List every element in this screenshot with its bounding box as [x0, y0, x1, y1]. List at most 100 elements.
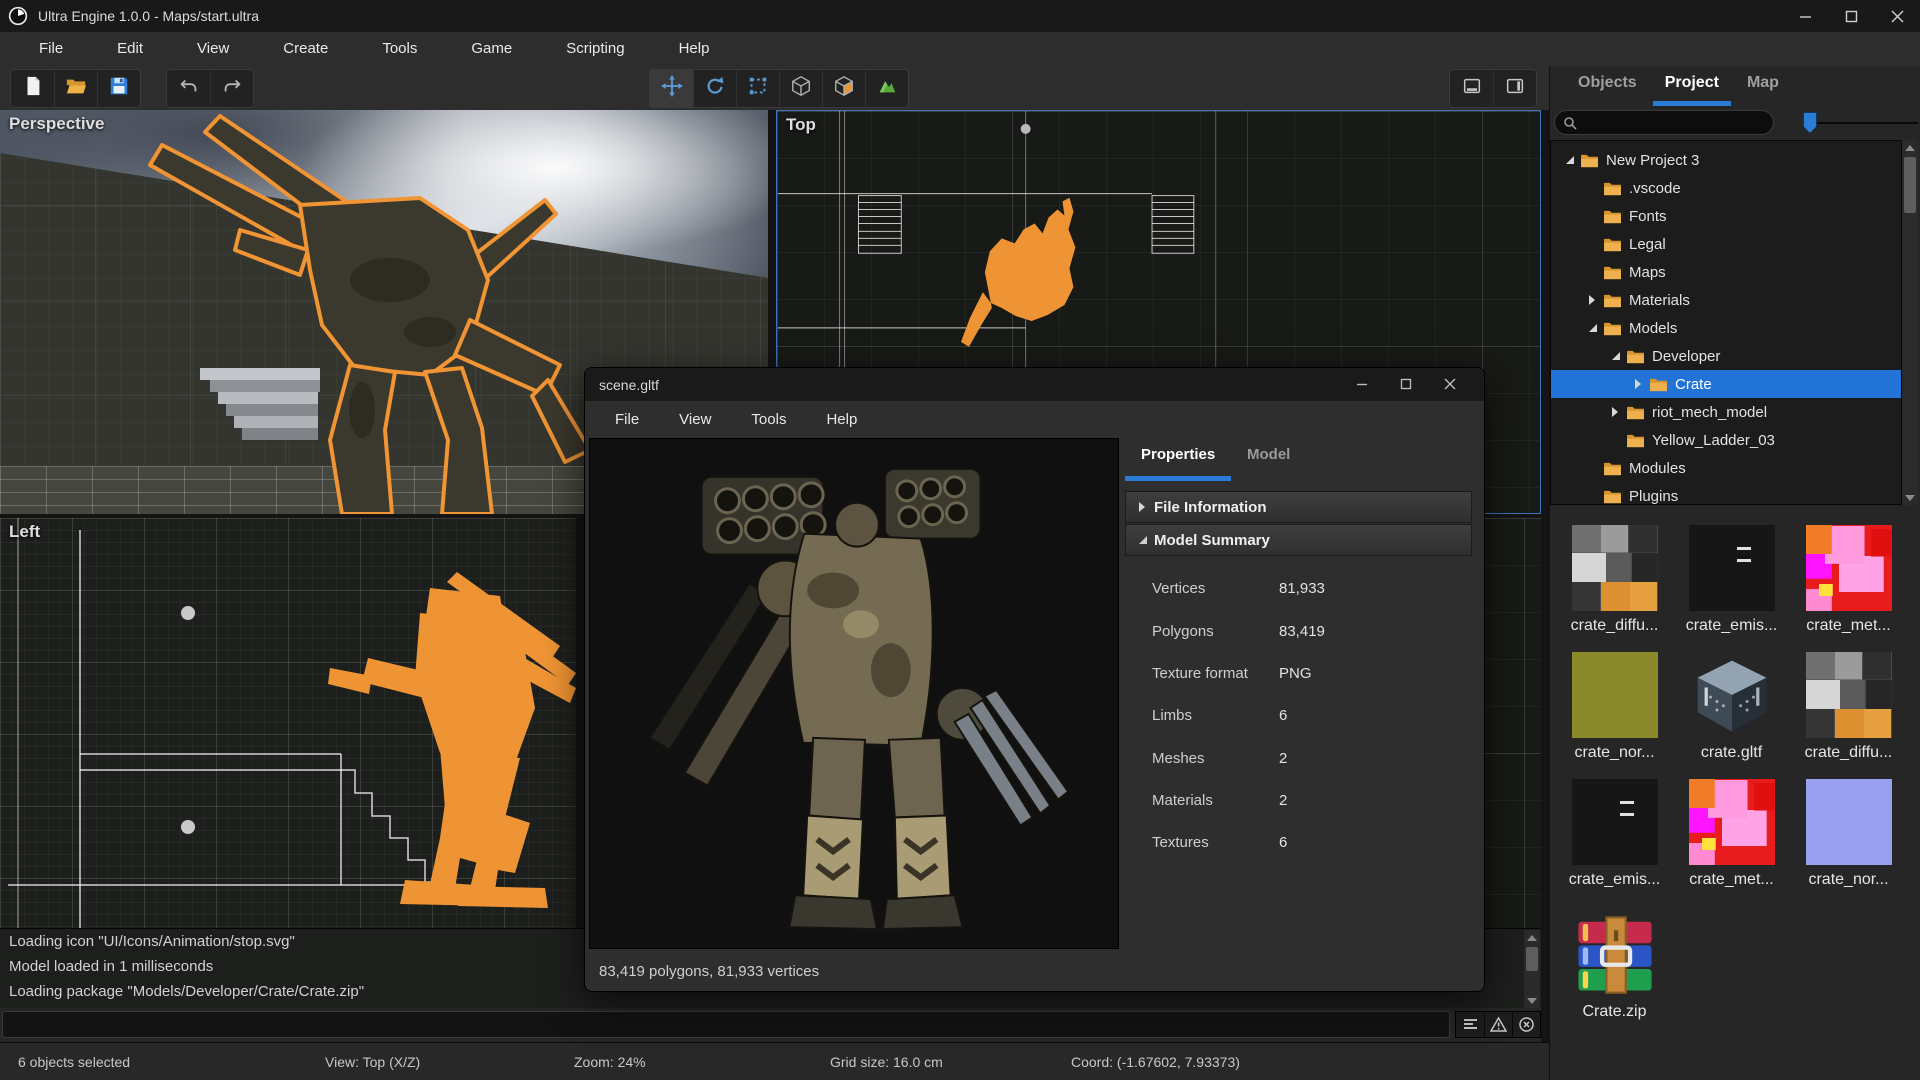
tab-project[interactable]: Project — [1651, 66, 1733, 106]
warnings-button[interactable] — [1484, 1012, 1512, 1037]
property-label-meshes: Meshes — [1152, 750, 1205, 767]
dialog-close-icon[interactable] — [1428, 370, 1472, 398]
asset-crate-gltf[interactable]: crate.gltf — [1673, 652, 1790, 762]
asset-crate-nor-[interactable]: crate_nor... — [1556, 652, 1673, 762]
translate-button[interactable] — [650, 70, 693, 107]
menu-view[interactable]: View — [170, 32, 256, 66]
expanded-arrow-icon — [1134, 533, 1150, 547]
tree-item-models[interactable]: Models — [1551, 314, 1901, 342]
dialog-menu-help[interactable]: Help — [806, 411, 877, 428]
tree-item-developer[interactable]: Developer — [1551, 342, 1901, 370]
asset-crate-emis-[interactable]: crate_emis... — [1556, 779, 1673, 889]
expanded-arrow-icon[interactable] — [1584, 321, 1600, 335]
console-scrollbar[interactable] — [1524, 930, 1540, 1008]
tree-item-legal[interactable]: Legal — [1551, 230, 1901, 258]
menu-file[interactable]: File — [12, 32, 90, 66]
tree-item-riot_mech_model[interactable]: riot_mech_model — [1551, 398, 1901, 426]
status-view: View: Top (X/Z) — [325, 1054, 421, 1070]
menu-scripting[interactable]: Scripting — [539, 32, 651, 66]
menu-help[interactable]: Help — [652, 32, 737, 66]
scroll-up-icon[interactable] — [1524, 930, 1540, 945]
rotate-button[interactable] — [693, 70, 736, 107]
expanded-arrow-icon[interactable] — [1607, 349, 1623, 363]
asset-crate-emis-[interactable]: crate_emis... — [1673, 525, 1790, 635]
rect-select-icon — [747, 75, 769, 102]
tree-item-modules[interactable]: Modules — [1551, 454, 1901, 482]
menu-edit[interactable]: Edit — [90, 32, 170, 66]
search-box[interactable] — [1554, 110, 1774, 135]
tree-item-yellow_ladder_03[interactable]: Yellow_Ladder_03 — [1551, 426, 1901, 454]
collapsed-arrow-icon[interactable] — [1630, 377, 1646, 391]
dialog-window-controls — [1340, 370, 1472, 398]
tree-item-label: .vscode — [1629, 179, 1681, 197]
tab-model[interactable]: Model — [1247, 446, 1290, 463]
undo-button[interactable] — [167, 70, 210, 107]
viewport-left[interactable]: Left — [0, 518, 576, 928]
scroll-up-icon[interactable] — [1902, 140, 1918, 155]
new-file-icon — [22, 75, 44, 102]
emissive-thumbnail — [1571, 779, 1658, 865]
section-file-information[interactable]: File Information — [1125, 491, 1472, 523]
tab-properties[interactable]: Properties — [1141, 446, 1215, 463]
menu-create[interactable]: Create — [256, 32, 355, 66]
section-model-summary[interactable]: Model Summary — [1125, 524, 1472, 556]
search-input[interactable] — [1577, 114, 1757, 131]
property-label-texture-format: Texture format — [1152, 665, 1248, 682]
scroll-down-icon[interactable] — [1902, 490, 1918, 505]
tree-item-.vscode[interactable]: .vscode — [1551, 174, 1901, 202]
menu-game[interactable]: Game — [444, 32, 539, 66]
tab-map[interactable]: Map — [1733, 66, 1793, 106]
close-icon[interactable] — [1874, 0, 1920, 32]
save-button[interactable] — [97, 70, 140, 107]
open-folder-button[interactable] — [54, 70, 97, 107]
log-list-button[interactable] — [1456, 1012, 1484, 1037]
toggle-bottom-panel-button[interactable] — [1450, 70, 1493, 107]
tab-objects[interactable]: Objects — [1564, 66, 1651, 106]
dialog-menu-view[interactable]: View — [659, 411, 731, 428]
wireframe-cube-button[interactable] — [779, 70, 822, 107]
minimize-icon[interactable] — [1782, 0, 1828, 32]
asset-crate-met-[interactable]: crate_met... — [1673, 779, 1790, 889]
asset-crate-zip[interactable]: Crate.zip — [1556, 911, 1673, 1021]
entity-dot — [181, 606, 195, 620]
no-arrow — [1584, 209, 1600, 223]
scroll-down-icon[interactable] — [1524, 993, 1540, 1008]
dialog-title-bar[interactable]: scene.gltf — [585, 368, 1484, 401]
dialog-menu-tools[interactable]: Tools — [731, 411, 806, 428]
asset-crate-nor-[interactable]: crate_nor... — [1790, 779, 1907, 889]
thumbnail-size-slider-track[interactable] — [1812, 122, 1918, 124]
asset-crate-diffu-[interactable]: crate_diffu... — [1556, 525, 1673, 635]
thumbnail-size-slider-handle[interactable] — [1803, 112, 1817, 133]
textured-cube-icon — [833, 75, 855, 102]
tree-item-crate[interactable]: Crate — [1551, 370, 1901, 398]
tree-item-new project 3[interactable]: New Project 3 — [1551, 146, 1901, 174]
scrollbar-thumb[interactable] — [1904, 157, 1916, 213]
tree-item-fonts[interactable]: Fonts — [1551, 202, 1901, 230]
selected-mech-top-silhouette — [960, 197, 1076, 347]
command-input[interactable] — [2, 1011, 1450, 1038]
collapsed-arrow-icon[interactable] — [1584, 293, 1600, 307]
rect-select-button[interactable] — [736, 70, 779, 107]
dialog-menu-file[interactable]: File — [595, 411, 659, 428]
tree-item-materials[interactable]: Materials — [1551, 286, 1901, 314]
textured-cube-button[interactable] — [822, 70, 865, 107]
clear-button[interactable] — [1512, 1012, 1540, 1037]
maximize-icon[interactable] — [1828, 0, 1874, 32]
expanded-arrow-icon[interactable] — [1561, 153, 1577, 167]
asset-crate-diffu-[interactable]: crate_diffu... — [1790, 652, 1907, 762]
model-preview[interactable] — [589, 438, 1119, 949]
new-file-button[interactable] — [11, 70, 54, 107]
terrain-button[interactable] — [865, 70, 908, 107]
redo-button[interactable] — [210, 70, 253, 107]
scrollbar-thumb[interactable] — [1526, 947, 1538, 971]
dialog-maximize-icon[interactable] — [1384, 370, 1428, 398]
toggle-right-panel-button[interactable] — [1493, 70, 1536, 107]
tree-scrollbar[interactable] — [1902, 140, 1918, 505]
tree-item-plugins[interactable]: Plugins — [1551, 482, 1901, 504]
asset-crate-met-[interactable]: crate_met... — [1790, 525, 1907, 635]
menu-tools[interactable]: Tools — [355, 32, 444, 66]
dialog-minimize-icon[interactable] — [1340, 370, 1384, 398]
collapsed-arrow-icon[interactable] — [1607, 405, 1623, 419]
open-folder-icon — [65, 75, 87, 102]
tree-item-maps[interactable]: Maps — [1551, 258, 1901, 286]
